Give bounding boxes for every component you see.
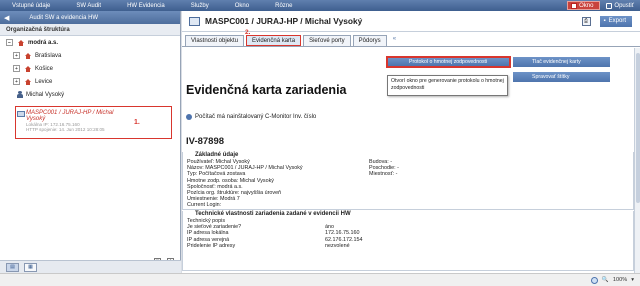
tabs-scroll-icon[interactable]: « [393, 36, 396, 42]
collapse-icon[interactable]: − [6, 39, 13, 46]
tab-bar: 2. Vlastnosti objektu Evidenčná karta Si… [182, 29, 640, 47]
export-button[interactable]: ▪ Export [599, 15, 632, 27]
exit-button-label: Opustiť [614, 2, 634, 9]
tree-item-label: Michal Vysoký [26, 91, 65, 98]
manage-labels-button-label: Spravovať štítky [532, 74, 570, 80]
tree-item-label: modrá a.s. [28, 39, 59, 46]
content-scrollbar[interactable] [634, 48, 640, 273]
technical-info-title: Technické vlastnosti zariadenia zadané v… [195, 211, 351, 217]
menu-hw-evidencia[interactable]: HW Evidencia [115, 3, 179, 9]
manage-labels-button[interactable]: Spravovať štítky [513, 72, 610, 82]
selected-item-connection: HTTP spojenie: 14. Jun 2012 10:28:05 [26, 127, 105, 132]
print-icon[interactable]: ⎙ [581, 16, 591, 26]
window-icon [571, 2, 578, 9]
annotation-marker-2: 2. [245, 29, 251, 36]
menu-vstupne-udaje[interactable]: Vstupné údaje [0, 3, 64, 9]
company-icon [18, 40, 24, 46]
evidence-card-content: Protokol o hmotnej zodpovednosti Tlač ev… [182, 48, 634, 273]
menu-sluzby[interactable]: Služby [179, 3, 223, 9]
globe-icon [590, 276, 598, 284]
user-icon [17, 91, 23, 98]
back-arrow-icon[interactable]: ◀ [4, 14, 9, 22]
computer-icon [17, 111, 25, 117]
basic-info-title: Základné údaje [195, 152, 239, 158]
object-title: MASPC001 / JURAJ-HP / Michal Vysoký [205, 16, 363, 26]
tab-vlastnosti-objektu[interactable]: Vlastnosti objektu [185, 35, 245, 46]
browser-status-bar: 🔍 100% ▾ [0, 273, 640, 286]
selected-item-title: MASPC001 / JURAJ-HP / Michal Vysoký [26, 110, 114, 122]
protocol-tooltip: Otvorí okno pre generovanie protokolu o … [387, 75, 508, 96]
tab-evidencna-karta[interactable]: Evidenčná karta [246, 35, 302, 46]
okno-button-label: Okno [579, 2, 594, 9]
tree-view-button[interactable]: ▤ [6, 262, 19, 272]
tree-item-modra[interactable]: − modrá a.s. [0, 36, 180, 49]
export-icon: ▪ [603, 18, 606, 24]
org-structure-label: Organizačná štruktúra [0, 24, 180, 36]
selected-computer-item[interactable]: MASPC001 / JURAJ-HP / Michal Vysoký Loká… [15, 106, 172, 139]
filter-view-button[interactable]: ▦ [24, 262, 37, 272]
info-icon [186, 114, 192, 120]
cmonitor-note: Počítač má nainštalovaný C-Monitor Inv. … [186, 114, 316, 120]
protocol-button-label: Protokol o hmotnej zodpovednosti [409, 59, 488, 65]
print-card-button-label: Tlač evidenčnej karty [532, 59, 581, 65]
table-row: Current Login: [187, 202, 222, 209]
tree-item-label: Bratislava [35, 52, 62, 59]
left-panel-title: Audit SW a evidencia HW [29, 14, 99, 21]
technical-info-section: Technické vlastnosti zariadenia zadané v… [182, 211, 634, 271]
tab-podorys[interactable]: Pôdorys [352, 35, 387, 46]
zoom-icon[interactable]: 🔍 [602, 277, 609, 283]
menu-rozne[interactable]: Rôzne [263, 3, 306, 9]
object-header: MASPC001 / JURAJ-HP / Michal Vysoký ⎙ ▪ … [182, 11, 640, 32]
expand-icon[interactable]: + [13, 52, 20, 59]
tab-sietove-porty[interactable]: Sieťové porty [303, 35, 351, 46]
inventory-code: IV-87898 [186, 136, 225, 147]
left-panel: ◀ Audit SW a evidencia HW Organizačná št… [0, 11, 181, 273]
print-card-button[interactable]: Tlač evidenčnej karty [513, 57, 610, 67]
left-panel-header: ◀ Audit SW a evidencia HW [0, 11, 180, 24]
left-panel-footer: ▤ ▦ [0, 260, 181, 273]
tree-item-label: Levice [35, 78, 53, 85]
top-menu-bar: Vstupné údaje SW Audit HW Evidencia Služ… [0, 0, 640, 11]
tree-item-kosice[interactable]: + Košice [0, 62, 180, 75]
menu-sw-audit[interactable]: SW Audit [64, 3, 115, 9]
page-title: Evidenčná karta zariadenia [186, 83, 347, 97]
exit-button[interactable]: Opustiť [606, 2, 634, 9]
zoom-level[interactable]: 100% [613, 277, 627, 283]
branch-icon [25, 53, 31, 59]
menu-okno[interactable]: Okno [223, 3, 263, 9]
export-button-label: Export [608, 18, 626, 24]
tree-item-michal-vysoky[interactable]: Michal Vysoký [0, 88, 180, 101]
tree-item-bratislava[interactable]: + Bratislava [0, 49, 180, 62]
branch-icon [25, 79, 31, 85]
exit-icon [606, 2, 613, 9]
tree-item-label: Košice [35, 65, 54, 72]
table-row: Pridelenie IP adresy nezvolené [187, 242, 350, 249]
protocol-button[interactable]: Protokol o hmotnej zodpovednosti [386, 56, 511, 68]
scrollbar-thumb[interactable] [636, 53, 640, 203]
expand-icon[interactable]: + [13, 65, 20, 72]
branch-icon [25, 66, 31, 72]
tree-item-levice[interactable]: + Levice [0, 75, 180, 88]
main-panel: MASPC001 / JURAJ-HP / Michal Vysoký ⎙ ▪ … [182, 11, 640, 273]
annotation-marker-1: 1. [134, 119, 140, 126]
zoom-dropdown-icon[interactable]: ▾ [631, 277, 634, 283]
cmonitor-note-text: Počítač má nainštalovaný C-Monitor Inv. … [195, 114, 317, 120]
computer-icon [189, 16, 200, 26]
okno-button[interactable]: Okno [567, 1, 601, 10]
basic-info-section: Základné údaje Používateľ: Michal Vysoký… [182, 152, 634, 210]
expand-icon[interactable]: + [13, 78, 20, 85]
